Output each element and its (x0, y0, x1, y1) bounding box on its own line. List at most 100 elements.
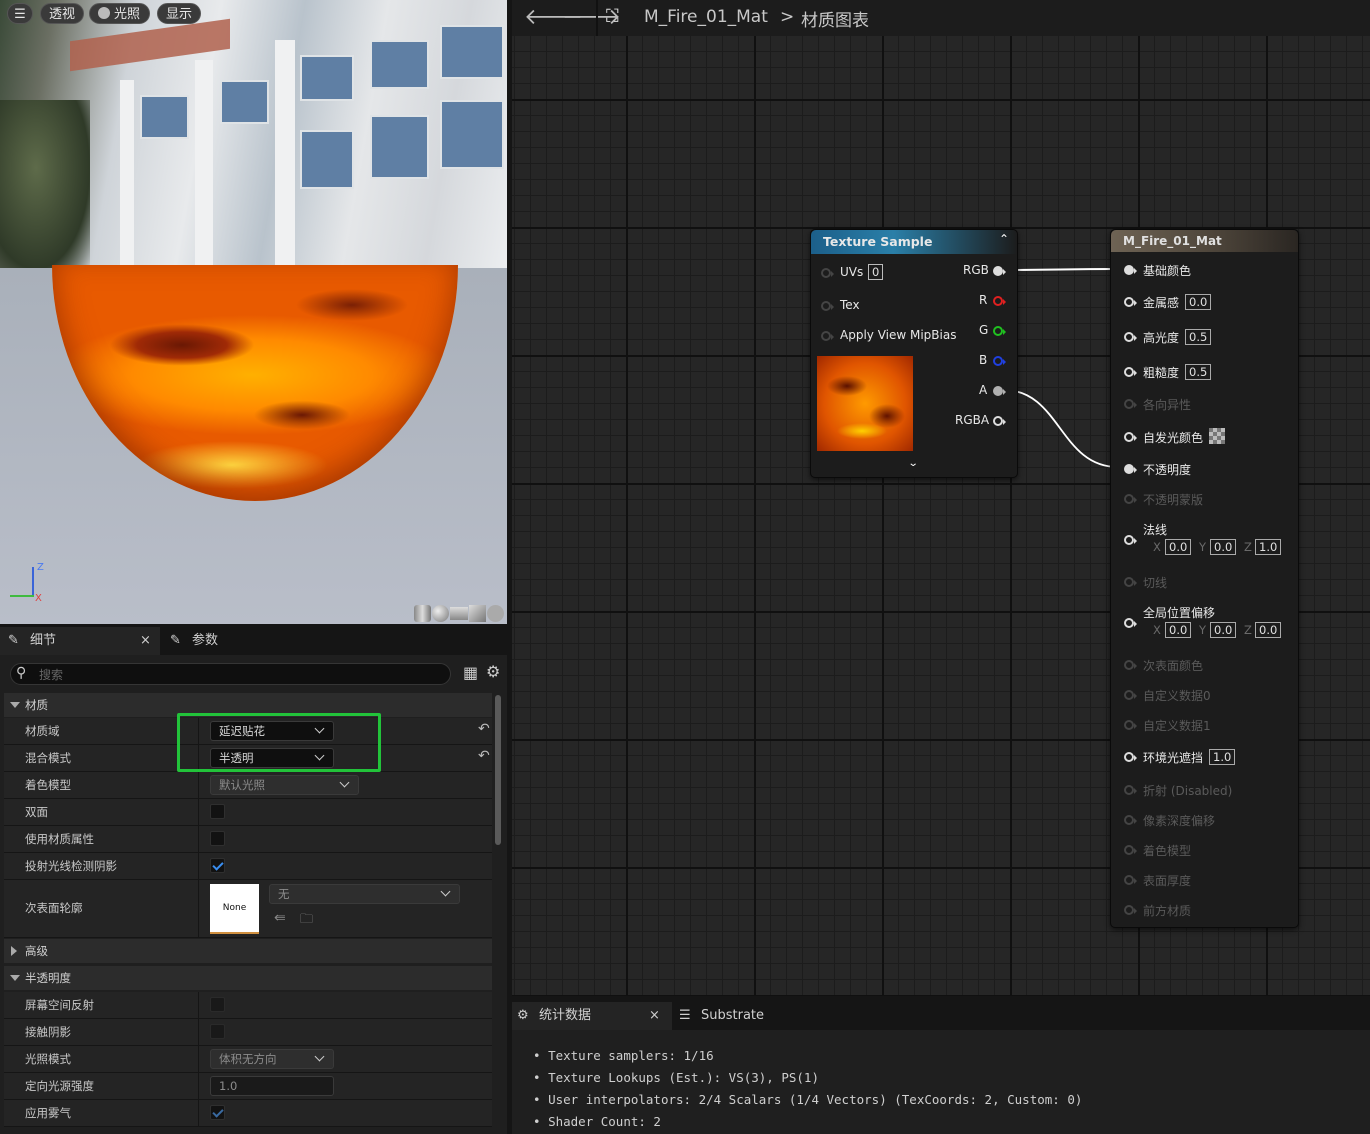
tex-label: Tex (840, 298, 860, 312)
r-output-pin[interactable] (993, 296, 1006, 306)
metallic-value[interactable]: 0.0 (1185, 294, 1212, 310)
uvs-label: UVs (840, 265, 864, 279)
front-material-pin[interactable] (1124, 905, 1137, 915)
texture-sample-node[interactable]: Texture Sample ⌃ UVs 0 Tex Apply View Mi… (810, 229, 1018, 478)
custom-data1-pin[interactable] (1124, 720, 1137, 730)
b-label: B (979, 353, 988, 367)
rgba-label: RGBA (955, 413, 990, 427)
emissive-pin[interactable] (1124, 432, 1137, 442)
material-result-node[interactable]: M_Fire_01_Mat 基础颜色 金属感 0.0 高光度 0.5 粗糙度 0… (1110, 229, 1299, 928)
a-label: A (979, 383, 988, 397)
wpo-z-value[interactable]: 0.0 (1255, 622, 1282, 638)
refraction-pin[interactable] (1124, 785, 1137, 795)
world-position-offset-pin[interactable] (1124, 618, 1137, 628)
base-color-pin[interactable] (1124, 265, 1137, 275)
custom-data0-label: 自定义数据0 (1143, 689, 1211, 703)
refraction-label: 折射 (Disabled) (1143, 784, 1233, 798)
uvs-input-pin[interactable] (821, 268, 834, 278)
stats-tabbar: ⚙ 统计数据 × ☰ Substrate (512, 1002, 1370, 1030)
tex-input-pin[interactable] (821, 301, 834, 311)
specular-value[interactable]: 0.5 (1185, 329, 1212, 345)
wpo-x-value[interactable]: 0.0 (1165, 622, 1192, 638)
normal-x-label: X (1153, 540, 1161, 554)
base-color-label: 基础颜色 (1143, 264, 1192, 278)
g-output-pin[interactable] (993, 326, 1006, 336)
stat-texture-samplers: Texture samplers: 1/16 (548, 1048, 714, 1063)
anisotropy-pin[interactable] (1124, 399, 1137, 409)
pixel-depth-offset-pin[interactable] (1124, 815, 1137, 825)
stat-line: • User interpolators: 2/4 Scalars (1/4 V… (533, 1092, 1083, 1107)
normal-y-value[interactable]: 0.0 (1210, 539, 1237, 555)
normal-pin[interactable] (1124, 535, 1137, 545)
roughness-pin[interactable] (1124, 367, 1137, 377)
stat-texture-lookups: Texture Lookups (Est.): VS(3), PS(1) (548, 1070, 819, 1085)
apply-fog-label: 应用雾气 (25, 1106, 71, 1120)
lighting-mode-value: 体积无方向 (219, 1052, 277, 1066)
stat-line: • Texture samplers: 1/16 (533, 1048, 714, 1063)
chevron-down-icon (314, 1051, 325, 1062)
stats-panel: ⚙ 统计数据 × ☰ Substrate • Texture samplers:… (512, 1002, 1370, 1134)
specular-pin[interactable] (1124, 332, 1137, 342)
a-output-pin[interactable] (993, 386, 1006, 396)
ambient-occlusion-pin[interactable] (1124, 752, 1137, 762)
tab-substrate[interactable]: Substrate (701, 1002, 764, 1030)
normal-x-value[interactable]: 0.0 (1165, 539, 1192, 555)
tab-stats[interactable] (512, 1002, 672, 1030)
surface-thickness-label: 表面厚度 (1143, 874, 1192, 888)
stat-line: • Texture Lookups (Est.): VS(3), PS(1) (533, 1070, 819, 1085)
list-icon: ☰ (679, 1008, 691, 1023)
opacity-pin[interactable] (1124, 464, 1137, 474)
rgba-output-pin[interactable] (993, 416, 1006, 426)
world-position-offset-label: 全局位置偏移 (1143, 606, 1216, 620)
mipbias-input-pin[interactable] (821, 331, 834, 341)
expand-chevron-icon[interactable]: ⌄ (908, 458, 919, 469)
contact-shadows-checkbox[interactable] (210, 1024, 225, 1039)
row-directional-light-intensity: 定向光源强度 1.0 (4, 1073, 492, 1100)
apply-fog-checkbox[interactable] (210, 1105, 225, 1120)
ambient-occlusion-value[interactable]: 1.0 (1209, 749, 1236, 765)
material-node-title: M_Fire_01_Mat (1123, 234, 1222, 248)
texture-node-title: Texture Sample (823, 234, 933, 249)
row-contact-shadows: 接触阴影 (4, 1019, 492, 1046)
close-tab-icon[interactable]: × (649, 1002, 660, 1030)
roughness-value[interactable]: 0.5 (1185, 364, 1212, 380)
b-output-pin[interactable] (993, 356, 1006, 366)
opacity-mask-label: 不透明蒙版 (1143, 493, 1204, 507)
surface-thickness-pin[interactable] (1124, 875, 1137, 885)
subsurface-color-pin[interactable] (1124, 660, 1137, 670)
collapse-chevron-icon[interactable]: ⌃ (999, 232, 1009, 246)
stat-user-interpolators: User interpolators: 2/4 Scalars (1/4 Vec… (548, 1092, 1083, 1107)
normal-z-value[interactable]: 1.0 (1255, 539, 1282, 555)
ambient-occlusion-label: 环境光遮挡 (1143, 751, 1204, 765)
wpo-y-value[interactable]: 0.0 (1210, 622, 1237, 638)
custom-data0-pin[interactable] (1124, 690, 1137, 700)
rgb-output-pin[interactable] (993, 266, 1006, 276)
opacity-label: 不透明度 (1143, 463, 1192, 477)
directional-light-intensity-input[interactable]: 1.0 (210, 1076, 334, 1096)
anisotropy-label: 各向异性 (1143, 398, 1192, 412)
shading-model-pin[interactable] (1124, 845, 1137, 855)
opacity-mask-pin[interactable] (1124, 494, 1137, 504)
specular-label: 高光度 (1143, 331, 1180, 345)
subsurface-color-label: 次表面颜色 (1143, 659, 1204, 673)
front-material-label: 前方材质 (1143, 904, 1192, 918)
row-lighting-mode: 光照模式 体积无方向 (4, 1046, 492, 1073)
uvs-value[interactable]: 0 (868, 264, 884, 280)
custom-data1-label: 自定义数据1 (1143, 719, 1211, 733)
metallic-pin[interactable] (1124, 297, 1137, 307)
tangent-label: 切线 (1143, 576, 1168, 590)
r-label: R (979, 293, 988, 307)
emissive-label: 自发光颜色 (1143, 431, 1204, 445)
texture-preview-thumbnail (817, 356, 913, 451)
normal-label: 法线 (1143, 523, 1168, 537)
normal-y-label: Y (1199, 540, 1207, 554)
stat-shader-count: Shader Count: 2 (548, 1114, 661, 1129)
lighting-mode-dropdown[interactable]: 体积无方向 (210, 1049, 334, 1069)
normal-z-label: Z (1244, 540, 1252, 554)
wpo-z-label: Z (1244, 623, 1252, 637)
lighting-mode-label: 光照模式 (25, 1052, 71, 1066)
emissive-color-swatch[interactable] (1209, 428, 1225, 444)
shading-model-pin-label: 着色模型 (1143, 844, 1192, 858)
directional-light-intensity-label: 定向光源强度 (25, 1079, 94, 1093)
tangent-pin[interactable] (1124, 577, 1137, 587)
